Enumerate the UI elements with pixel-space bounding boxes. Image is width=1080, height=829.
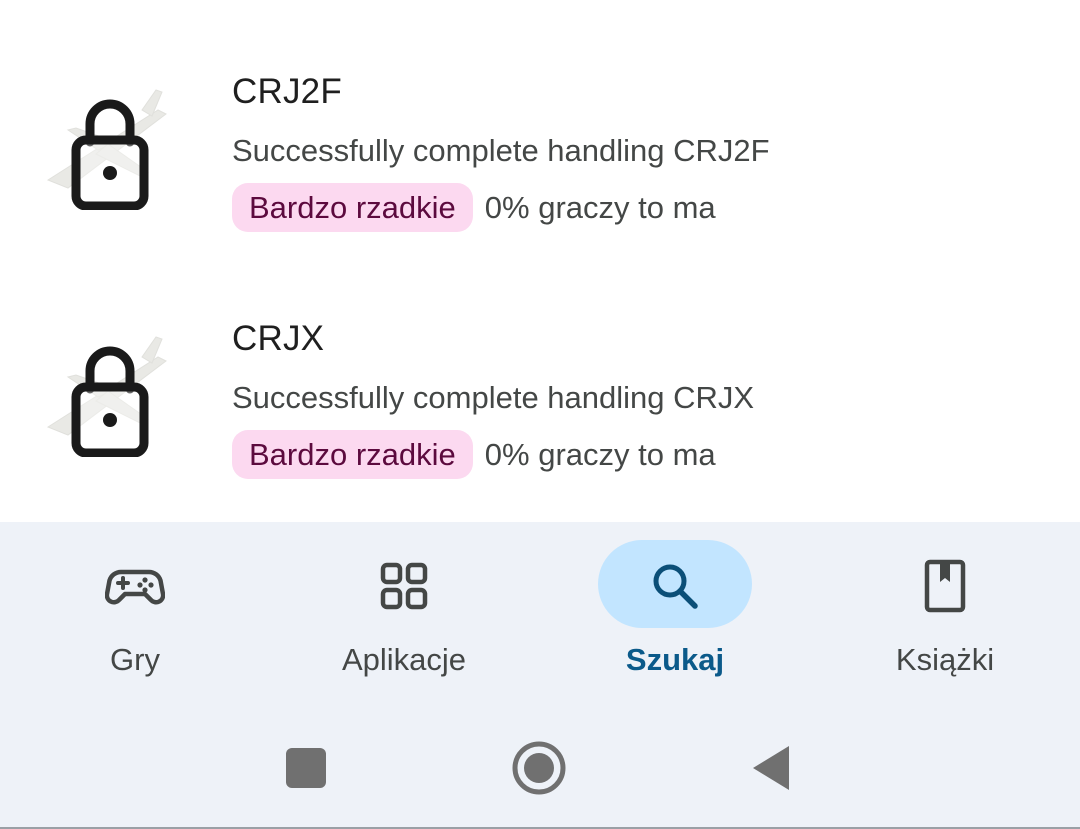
recents-icon[interactable] [276, 738, 336, 798]
nav-tab-label: Książki [895, 642, 995, 677]
achievements-list: CRJ2F Successfully complete handling CRJ… [0, 0, 1080, 522]
nav-tab-label: Gry [110, 642, 160, 677]
rarity-row: Bardzo rzadkie 0% graczy to ma [232, 183, 716, 232]
search-icon [645, 556, 705, 616]
achievement-item[interactable]: CRJ2F Successfully complete handling CRJ… [0, 60, 1080, 260]
back-icon[interactable] [743, 738, 803, 798]
gamepad-icon [105, 556, 165, 616]
rarity-row: Bardzo rzadkie 0% graczy to ma [232, 430, 716, 479]
achievement-description: Successfully complete handling CRJX [232, 380, 755, 415]
rarity-badge: Bardzo rzadkie [232, 430, 473, 479]
achievement-item[interactable]: CRJX Successfully complete handling CRJX… [0, 307, 1080, 507]
achievement-title: CRJ2F [232, 72, 342, 111]
bottom-navigation: Gry Aplikacje Szukaj Książki [0, 522, 1080, 714]
nav-tab-games[interactable]: Gry [35, 540, 235, 700]
nav-tab-label: Aplikacje [341, 642, 467, 677]
nav-tab-label: Szukaj [625, 642, 725, 677]
achievement-description: Successfully complete handling CRJ2F [232, 133, 770, 168]
locked-airplane-icon [46, 336, 167, 457]
book-icon [915, 556, 975, 616]
nav-tab-search[interactable]: Szukaj [575, 540, 775, 700]
locked-airplane-icon [46, 89, 167, 210]
achievement-thumbnail [38, 80, 178, 210]
nav-tab-apps[interactable]: Aplikacje [304, 540, 504, 700]
app-screen: CRJ2F Successfully complete handling CRJ… [0, 0, 1080, 829]
achievement-title: CRJX [232, 319, 325, 358]
unlock-percentage: 0% graczy to ma [484, 436, 716, 472]
home-icon[interactable] [509, 738, 569, 798]
nav-tab-books[interactable]: Książki [845, 540, 1045, 700]
system-navigation-bar [0, 714, 1080, 827]
apps-grid-icon [374, 556, 434, 616]
achievement-thumbnail [38, 327, 178, 457]
unlock-percentage: 0% graczy to ma [484, 189, 716, 225]
rarity-badge: Bardzo rzadkie [232, 183, 473, 232]
